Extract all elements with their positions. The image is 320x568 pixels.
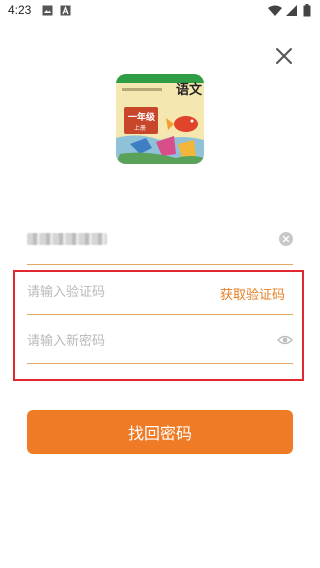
app-logo: 语文 一年级 上册: [116, 74, 204, 164]
signal-icon: [286, 5, 297, 16]
status-time: 4:23: [8, 3, 32, 17]
password-underline: [27, 363, 293, 364]
find-password-label: 找回密码: [127, 424, 192, 443]
code-underline: [27, 314, 293, 315]
battery-icon: [303, 4, 311, 17]
logo-title: 语文: [176, 82, 203, 98]
a-icon: [60, 5, 71, 16]
close-icon[interactable]: [272, 44, 296, 68]
phone-value-masked: [27, 233, 107, 245]
get-code-button[interactable]: 获取验证码: [220, 284, 285, 303]
logo-volume: 上册: [134, 124, 146, 132]
clear-circle-icon[interactable]: [279, 232, 293, 246]
password-field[interactable]: [27, 321, 293, 361]
find-password-button[interactable]: 找回密码: [27, 410, 293, 454]
close-button[interactable]: [272, 44, 296, 68]
phone-field[interactable]: [27, 221, 293, 261]
status-bar: 4:23: [0, 0, 320, 22]
logo-grade: 一年级: [128, 111, 156, 123]
code-input[interactable]: [27, 272, 207, 312]
code-field[interactable]: 获取验证码: [27, 272, 293, 312]
wifi-icon: [268, 5, 282, 16]
password-input[interactable]: [27, 321, 207, 361]
phone-underline: [27, 264, 293, 265]
eye-icon[interactable]: [277, 334, 293, 346]
fish-illustration: [174, 116, 198, 132]
image-icon: [42, 5, 53, 16]
